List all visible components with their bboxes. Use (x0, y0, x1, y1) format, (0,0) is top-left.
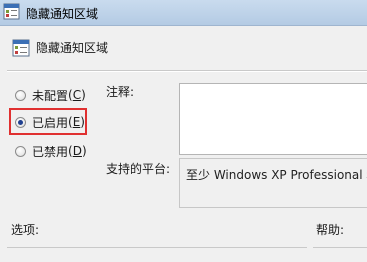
platform-value: 至少 Windows XP Professional 和 (186, 168, 367, 182)
help-pane-edge (313, 247, 367, 248)
help-label: 帮助: (316, 223, 345, 237)
policy-settings-icon (12, 39, 30, 57)
comment-label: 注释: (106, 85, 135, 99)
platform-field: 至少 Windows XP Professional 和 (179, 158, 367, 208)
header-divider (7, 70, 367, 72)
window-title: 隐藏通知区域 (26, 7, 99, 21)
policy-settings-icon (3, 3, 20, 20)
options-pane-edge (7, 247, 307, 248)
window-title-bar[interactable]: 隐藏通知区域 (0, 0, 367, 26)
radio-disabled[interactable]: 已禁用(D) (15, 143, 87, 159)
radio-not-configured[interactable]: 未配置(C) (15, 87, 86, 103)
policy-title: 隐藏通知区域 (36, 41, 109, 55)
enabled-highlight-box (9, 108, 87, 135)
radio-label: 已禁用 (32, 144, 69, 159)
radio-indicator[interactable] (15, 145, 26, 157)
comment-textarea[interactable] (179, 83, 367, 155)
radio-indicator[interactable] (15, 89, 26, 101)
options-label: 选项: (11, 223, 40, 237)
radio-label: 未配置 (32, 88, 69, 103)
platform-label: 支持的平台: (106, 162, 171, 176)
